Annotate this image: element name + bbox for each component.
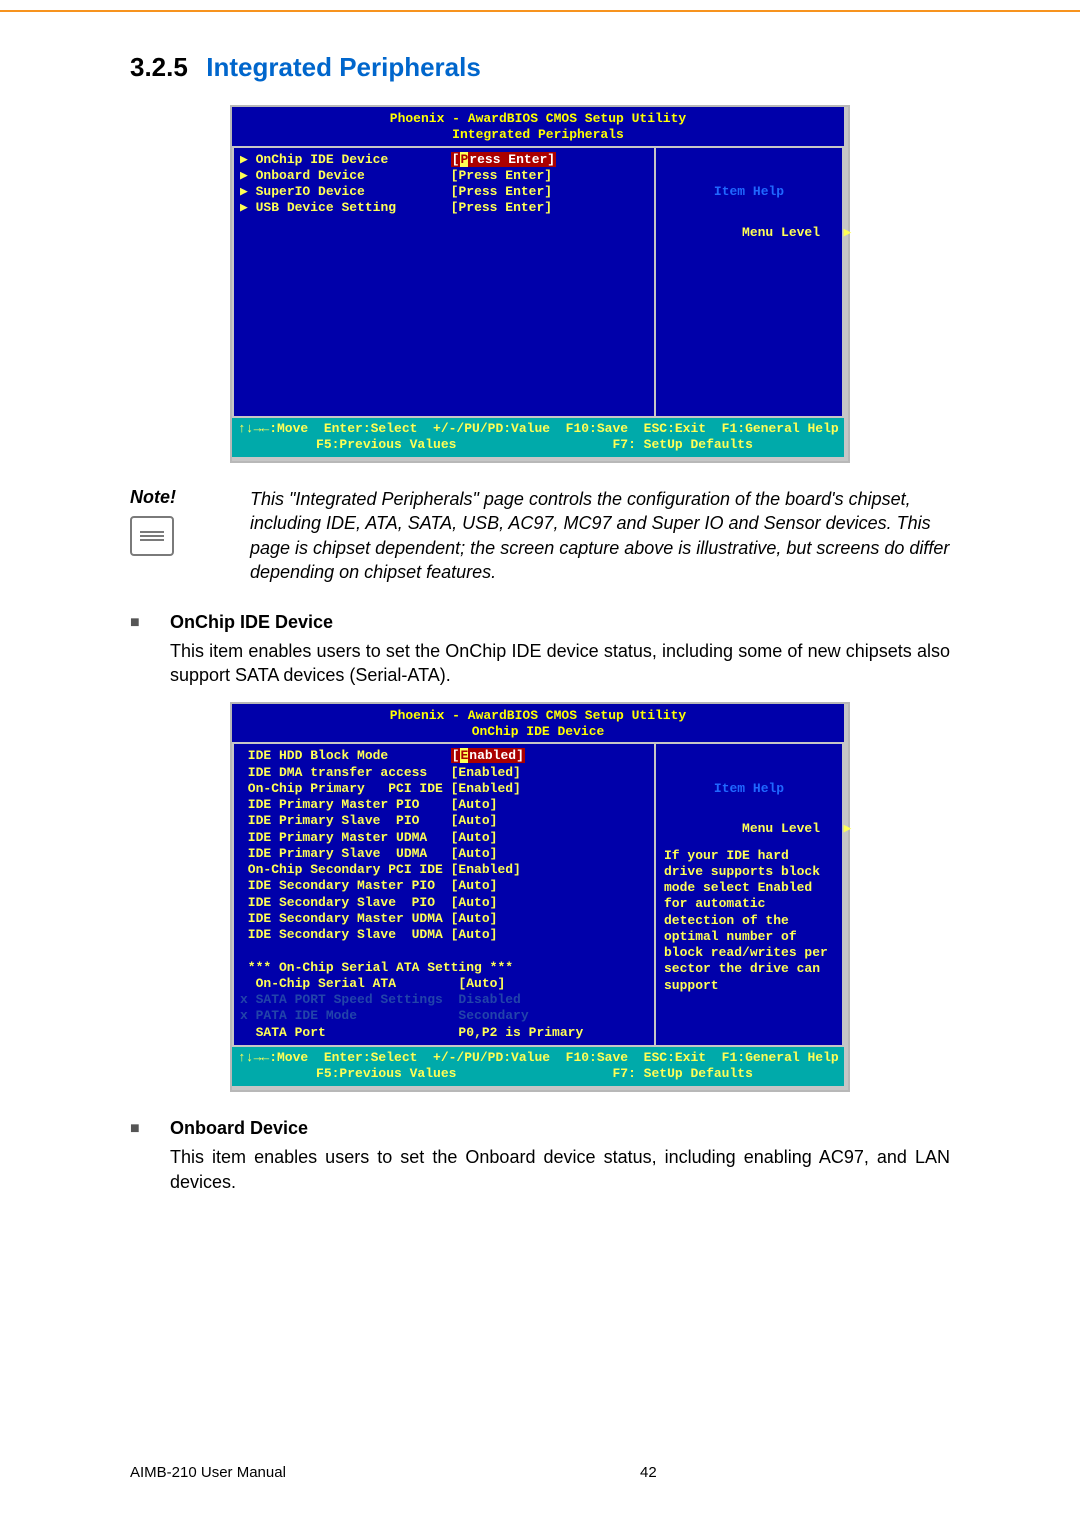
bios2-row: IDE HDD Block Mode [Enabled] xyxy=(240,748,648,764)
bios2-footer: ↑↓→←:Move Enter:Select +/-/PU/PD:Value F… xyxy=(232,1047,844,1087)
bios1-row: ▶ OnChip IDE Device [Press Enter] xyxy=(240,152,648,168)
bios2-extra-header: *** On-Chip Serial ATA Setting *** xyxy=(240,960,648,976)
bios1-title-l2: Integrated Peripherals xyxy=(452,127,624,142)
bios1-left-pane: ▶ OnChip IDE Device [Press Enter]▶ Onboa… xyxy=(234,148,656,416)
bios2-footer-l2: F5:Previous Values F7: SetUp Defaults xyxy=(238,1066,753,1081)
bios-screenshot-1: Phoenix - AwardBIOS CMOS Setup Utility I… xyxy=(230,105,850,463)
bios2-left-pane: IDE HDD Block Mode [Enabled] IDE DMA tra… xyxy=(234,744,656,1045)
bios1-footer-l2: F5:Previous Values F7: SetUp Defaults xyxy=(238,437,753,452)
bios1-row: ▶ USB Device Setting [Press Enter] xyxy=(240,200,648,216)
bios1-menu-level: Menu Level ▶ xyxy=(742,225,851,240)
bios2-extra-row: On-Chip Serial ATA [Auto] xyxy=(240,976,648,992)
bios2-help-header: Item Help xyxy=(664,781,834,797)
bios2-menu-level: Menu Level ▶ xyxy=(742,821,851,836)
bios2-extra-row: SATA Port P0,P2 is Primary xyxy=(240,1025,648,1041)
section-heading: 3.2.5 Integrated Peripherals xyxy=(130,52,950,83)
bios2-row: IDE Primary Master PIO [Auto] xyxy=(240,797,648,813)
bios2-title-l1: Phoenix - AwardBIOS CMOS Setup Utility xyxy=(390,708,686,723)
bios2-help-body: If your IDE hard drive supports block mo… xyxy=(664,848,834,994)
note-icon xyxy=(130,516,174,556)
sub2-heading: Onboard Device xyxy=(170,1118,308,1139)
section-title: Integrated Peripherals xyxy=(206,52,481,83)
bios1-title-l1: Phoenix - AwardBIOS CMOS Setup Utility xyxy=(390,111,686,126)
section-number: 3.2.5 xyxy=(130,52,188,83)
bios2-row: IDE Secondary Slave PIO [Auto] xyxy=(240,895,648,911)
bios2-row: IDE DMA transfer access [Enabled] xyxy=(240,765,648,781)
sub1-heading: OnChip IDE Device xyxy=(170,612,333,633)
bios2-row: IDE Secondary Master UDMA [Auto] xyxy=(240,911,648,927)
note-body: This "Integrated Peripherals" page contr… xyxy=(250,487,950,584)
bios1-footer-l1: ↑↓→←:Move Enter:Select +/-/PU/PD:Value F… xyxy=(238,421,839,436)
bios2-row: IDE Primary Master UDMA [Auto] xyxy=(240,830,648,846)
bios2-title-l2: OnChip IDE Device xyxy=(472,724,605,739)
bios2-extra-row: x PATA IDE Mode Secondary xyxy=(240,1008,648,1024)
footer-page: 42 xyxy=(440,1464,950,1481)
page-content: 3.2.5 Integrated Peripherals Phoenix - A… xyxy=(0,52,1080,1194)
note-block: Note! This "Integrated Peripherals" page… xyxy=(130,487,950,584)
bios2-extra-row: x SATA PORT Speed Settings Disabled xyxy=(240,992,648,1008)
sub2-body: This item enables users to set the Onboa… xyxy=(170,1145,950,1194)
bullet-icon: ■ xyxy=(130,612,170,633)
bios2-row: IDE Primary Slave PIO [Auto] xyxy=(240,813,648,829)
bios1-right-pane: Item Help Menu Level ▶ xyxy=(656,148,842,416)
bios1-row: ▶ SuperIO Device [Press Enter] xyxy=(240,184,648,200)
bullet-icon: ■ xyxy=(130,1118,170,1139)
bios2-title: Phoenix - AwardBIOS CMOS Setup Utility O… xyxy=(232,704,844,743)
bios1-help-header: Item Help xyxy=(664,184,834,200)
bios2-row: IDE Secondary Master PIO [Auto] xyxy=(240,878,648,894)
note-label: Note! xyxy=(130,487,240,508)
bios1-footer: ↑↓→←:Move Enter:Select +/-/PU/PD:Value F… xyxy=(232,418,844,458)
bios2-row: On-Chip Secondary PCI IDE [Enabled] xyxy=(240,862,648,878)
sub1-heading-row: ■ OnChip IDE Device xyxy=(130,612,950,633)
bios2-row: On-Chip Primary PCI IDE [Enabled] xyxy=(240,781,648,797)
bios1-row: ▶ Onboard Device [Press Enter] xyxy=(240,168,648,184)
sub1-body: This item enables users to set the OnChi… xyxy=(170,639,950,688)
bios2-row: IDE Secondary Slave UDMA [Auto] xyxy=(240,927,648,943)
bios2-row: IDE Primary Slave UDMA [Auto] xyxy=(240,846,648,862)
bios2-footer-l1: ↑↓→←:Move Enter:Select +/-/PU/PD:Value F… xyxy=(238,1050,839,1065)
footer-left: AIMB-210 User Manual xyxy=(130,1464,440,1481)
page-top-rule xyxy=(0,0,1080,12)
sub2-heading-row: ■ Onboard Device xyxy=(130,1118,950,1139)
bios2-right-pane: Item Help Menu Level ▶ If your IDE hard … xyxy=(656,744,842,1045)
bios-screenshot-2: Phoenix - AwardBIOS CMOS Setup Utility O… xyxy=(230,702,850,1093)
bios1-title: Phoenix - AwardBIOS CMOS Setup Utility I… xyxy=(232,107,844,146)
page-footer: AIMB-210 User Manual 42 xyxy=(130,1464,950,1481)
